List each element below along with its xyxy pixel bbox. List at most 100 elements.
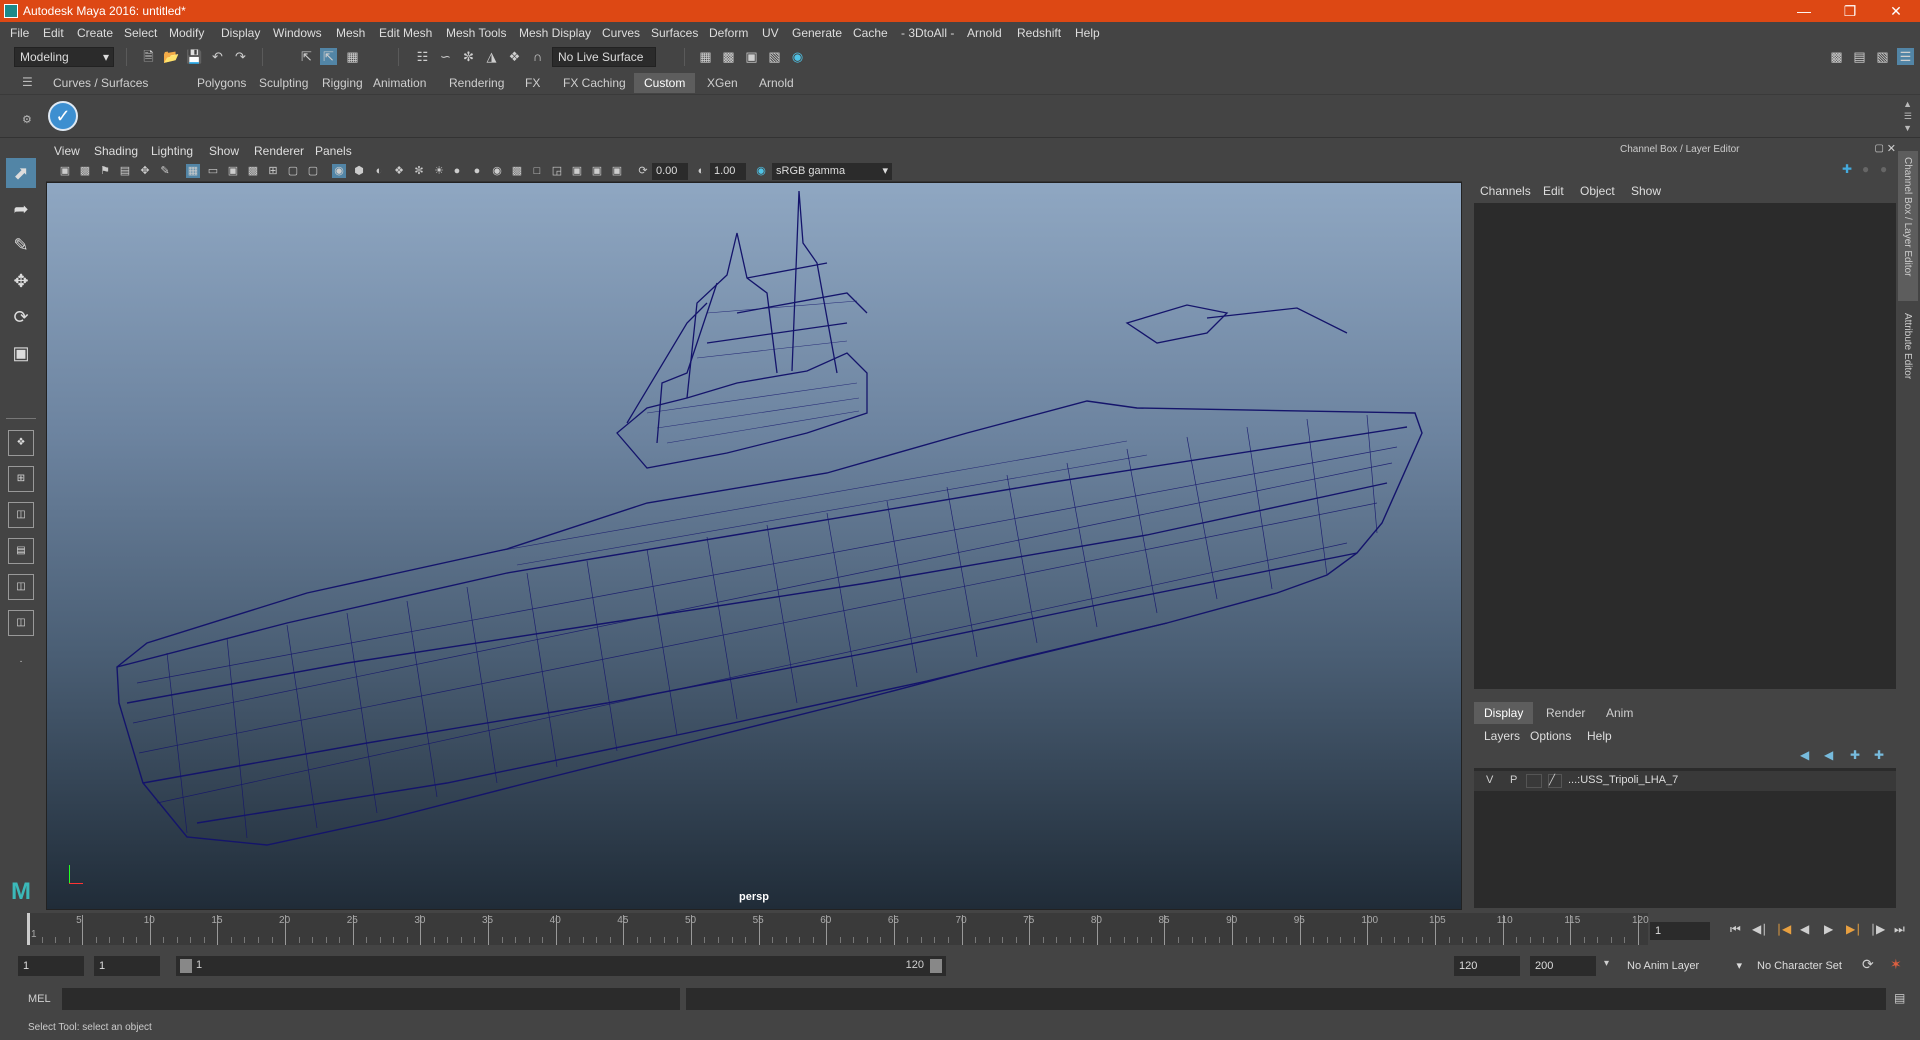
layer-row[interactable]: V P ╱ ...:USS_Tripoli_LHA_7	[1474, 771, 1896, 791]
auto-key-icon[interactable]: ⟳	[1862, 956, 1874, 973]
viewport-menu-panels[interactable]: Panels	[315, 144, 352, 158]
tab-render[interactable]: Render	[1536, 702, 1596, 724]
toggle-modeling-toolkit-icon[interactable]: ▩	[1828, 48, 1845, 65]
isolate-select-icon[interactable]: ◲	[550, 164, 564, 178]
persp-graph-layout-icon[interactable]: ▤	[8, 538, 34, 564]
menu-arnold[interactable]: Arnold	[967, 26, 1002, 40]
menu-help[interactable]: Help	[1075, 26, 1100, 40]
layer-name[interactable]: ...:USS_Tripoli_LHA_7	[1568, 774, 1678, 786]
tab-polygons[interactable]: Polygons	[187, 73, 256, 93]
select-object-icon[interactable]: ⇱	[320, 48, 337, 65]
custom-shelf-check-icon[interactable]: ✓	[48, 101, 78, 131]
tab-attribute-editor[interactable]: Attribute Editor	[1898, 307, 1918, 407]
undo-icon[interactable]: ↶	[209, 48, 226, 65]
lasso-tool-icon[interactable]: ➦	[6, 194, 36, 224]
gamma-icon[interactable]: ◐	[694, 164, 708, 178]
animation-end-field[interactable]: 200	[1530, 956, 1596, 976]
menu-generate[interactable]: Generate	[792, 26, 842, 40]
grease-pencil-icon[interactable]: ✎	[158, 164, 172, 178]
new-empty-layer-icon[interactable]: ✚	[1850, 748, 1860, 762]
camera-attributes-icon[interactable]: ▩	[78, 164, 92, 178]
xray-icon[interactable]: ▣	[570, 164, 584, 178]
step-forward-frame-icon[interactable]: ∣▶	[1870, 922, 1885, 936]
toggle-channel-box-icon[interactable]: ☰	[1897, 48, 1914, 65]
persp-hypershade-layout-icon[interactable]: ◫	[8, 574, 34, 600]
tab-rendering[interactable]: Rendering	[439, 73, 514, 93]
script-editor-icon[interactable]: ▤	[1894, 991, 1905, 1005]
channel-object-menu[interactable]: Object	[1580, 184, 1615, 198]
render-frame-icon[interactable]: ▧	[766, 48, 783, 65]
exposure-icon[interactable]: ⟳	[636, 164, 650, 178]
exposure-field[interactable]: 0.00	[652, 163, 688, 180]
snap-grid-icon[interactable]: ☷	[414, 48, 431, 65]
persp-node-editor-layout-icon[interactable]: ◫	[8, 610, 34, 636]
menu-create[interactable]: Create	[77, 26, 113, 40]
single-perspective-layout-icon[interactable]: ❖	[8, 430, 34, 456]
anti-aliasing-icon[interactable]: ▩	[510, 164, 524, 178]
gate-mask-icon[interactable]: ▩	[246, 164, 260, 178]
snap-point-icon[interactable]: ✼	[460, 48, 477, 65]
four-view-layout-icon[interactable]: ⊞	[8, 466, 34, 492]
depth-of-field-icon[interactable]: □	[530, 164, 544, 178]
anim-layer-dropdown[interactable]: No Anim Layer ▾	[1622, 956, 1746, 976]
use-default-material-icon[interactable]: ◐	[372, 164, 386, 178]
rotate-tool-icon[interactable]: ⟳	[6, 302, 36, 332]
tab-fx-caching[interactable]: FX Caching	[553, 73, 636, 93]
new-scene-icon[interactable]: 🗎	[140, 48, 157, 65]
tab-fx[interactable]: FX	[515, 73, 550, 93]
layer-playback-toggle[interactable]: P	[1510, 774, 1517, 786]
lights-icon[interactable]: ☀	[432, 164, 446, 178]
shelf-settings-icon[interactable]: ⚙	[22, 113, 32, 126]
channel-box-area[interactable]	[1474, 203, 1896, 689]
layer-color-swatch[interactable]: ╱	[1548, 774, 1562, 788]
minimize-icon[interactable]: —	[1784, 1, 1824, 21]
field-chart-icon[interactable]: ⊞	[266, 164, 280, 178]
tab-arnold[interactable]: Arnold	[749, 73, 804, 93]
channel-box-manipulator-icon[interactable]: ✚	[1842, 162, 1852, 176]
shelf-menu-icon[interactable]: ☰	[1904, 111, 1912, 122]
channels-menu[interactable]: Channels	[1480, 184, 1531, 198]
xray-joints-icon[interactable]: ▣	[610, 164, 624, 178]
menu-uv[interactable]: UV	[762, 26, 779, 40]
menu-mesh[interactable]: Mesh	[336, 26, 365, 40]
snap-curve-icon[interactable]: ∽	[437, 48, 454, 65]
tab-sculpting[interactable]: Sculpting	[249, 73, 318, 93]
new-layer-selected-icon[interactable]: ✚	[1874, 748, 1884, 762]
channel-edit-menu[interactable]: Edit	[1543, 184, 1564, 198]
viewport-menu-lighting[interactable]: Lighting	[151, 144, 193, 158]
menu-mesh-display[interactable]: Mesh Display	[519, 26, 591, 40]
select-tool-icon[interactable]: ⬈	[6, 158, 36, 188]
tab-channel-box-layer-editor[interactable]: Channel Box / Layer Editor	[1898, 151, 1918, 301]
channel-box-speed-icon[interactable]: ●	[1862, 162, 1869, 176]
command-input[interactable]	[62, 988, 680, 1010]
redo-icon[interactable]: ↷	[232, 48, 249, 65]
viewport-menu-shading[interactable]: Shading	[94, 144, 138, 158]
menu-curves[interactable]: Curves	[602, 26, 640, 40]
render-view-icon[interactable]: ▩	[720, 48, 737, 65]
range-slider[interactable]: 1 120	[176, 956, 946, 976]
color-management-icon[interactable]: ◉	[754, 164, 768, 178]
select-hierarchy-icon[interactable]: ⇱	[298, 48, 315, 65]
channel-box-hyperbolic-icon[interactable]: ●	[1880, 162, 1887, 176]
view-transform-dropdown[interactable]: sRGB gamma ▾	[772, 163, 892, 180]
open-scene-icon[interactable]: 📂	[163, 48, 180, 65]
smooth-shade-icon[interactable]: ⬢	[352, 164, 366, 178]
safe-action-icon[interactable]: ▢	[286, 164, 300, 178]
step-back-frame-icon[interactable]: ◀∣	[1752, 922, 1767, 936]
two-d-pan-zoom-icon[interactable]: ✥	[138, 164, 152, 178]
viewport-menu-view[interactable]: View	[54, 144, 80, 158]
layer-type-toggle[interactable]	[1526, 774, 1542, 788]
wireframe-icon[interactable]: ◉	[332, 164, 346, 178]
screen-space-ao-icon[interactable]: ●	[470, 164, 484, 178]
range-end-handle[interactable]	[930, 959, 942, 973]
save-scene-icon[interactable]: 💾	[186, 48, 203, 65]
layers-menu[interactable]: Layers	[1484, 729, 1520, 743]
restore-icon[interactable]: ❐	[1830, 1, 1870, 21]
resolution-gate-icon[interactable]: ▣	[226, 164, 240, 178]
tab-curves-surfaces[interactable]: Curves / Surfaces	[43, 73, 158, 93]
menu-display[interactable]: Display	[221, 26, 260, 40]
go-to-start-icon[interactable]: ⏮	[1730, 922, 1741, 937]
play-backwards-icon[interactable]: ◀	[1800, 922, 1809, 936]
toggle-tool-settings-icon[interactable]: ▧	[1874, 48, 1891, 65]
bookmark-icon[interactable]: ⚑	[98, 164, 112, 178]
